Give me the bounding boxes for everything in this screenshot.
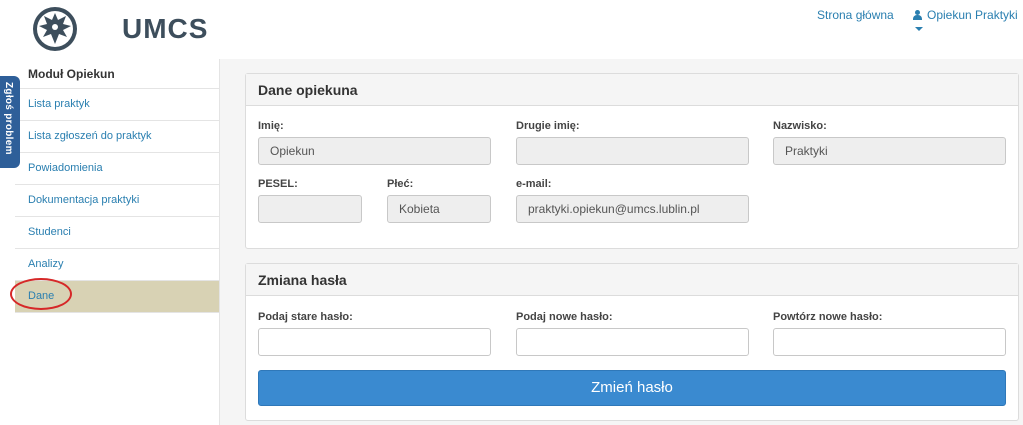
umcs-logo[interactable]: UMCS [30, 4, 207, 54]
gender-field[interactable]: Kobieta [387, 195, 491, 223]
last-name-label: Nazwisko: [773, 120, 827, 132]
caret-down-icon [915, 27, 923, 31]
eagle-emblem-icon [33, 7, 77, 51]
first-name-field[interactable]: Opiekun [258, 137, 491, 165]
gender-label: Płeć: [387, 178, 414, 190]
sidebar-item-studenci[interactable]: Studenci [15, 217, 219, 249]
new-password-input[interactable] [516, 328, 749, 356]
panel-title: Zmiana hasła [246, 264, 1018, 296]
old-password-label: Podaj stare hasło: [258, 311, 353, 323]
sidebar-item-analizy[interactable]: Analizy [15, 249, 219, 281]
new-password-label: Podaj nowe hasło: [516, 311, 613, 323]
report-problem-label: Zgłoś problem [3, 82, 14, 155]
old-password-input[interactable] [258, 328, 491, 356]
logo-text: UMCS [122, 13, 209, 44]
user-icon [913, 10, 922, 20]
panel-title: Dane opiekuna [246, 74, 1018, 106]
pesel-label: PESEL: [258, 178, 298, 190]
sidebar: Moduł Opiekun Lista praktyk Lista zgłosz… [10, 59, 220, 425]
report-problem-tab[interactable]: Zgłoś problem [0, 76, 20, 168]
email-label: e-mail: [516, 178, 552, 190]
middle-name-field[interactable] [516, 137, 749, 165]
sidebar-item-lista-praktyk[interactable]: Lista praktyk [15, 89, 219, 121]
password-change-panel: Zmiana hasła Podaj stare hasło: Podaj no… [245, 263, 1019, 421]
repeat-password-input[interactable] [773, 328, 1006, 356]
sidebar-item-dokumentacja[interactable]: Dokumentacja praktyki [15, 185, 219, 217]
first-name-label: Imię: [258, 120, 284, 132]
home-link[interactable]: Strona główna [817, 8, 894, 22]
user-menu[interactable]: Opiekun Praktyki [913, 8, 1023, 36]
sidebar-title: Moduł Opiekun [15, 59, 219, 89]
sidebar-item-dane[interactable]: Dane [10, 278, 219, 313]
change-password-button[interactable]: Zmień hasło [258, 370, 1006, 406]
last-name-field[interactable]: Praktyki [773, 137, 1006, 165]
header: UMCS Strona główna Opiekun Praktyki [0, 0, 1023, 59]
caregiver-data-panel: Dane opiekuna Imię: Opiekun Drugie imię:… [245, 73, 1019, 249]
sidebar-item-powiadomienia[interactable]: Powiadomienia [15, 153, 219, 185]
sidebar-item-lista-zgloszen[interactable]: Lista zgłoszeń do praktyk [15, 121, 219, 153]
email-field[interactable]: praktyki.opiekun@umcs.lublin.pl [516, 195, 749, 223]
repeat-password-label: Powtórz nowe hasło: [773, 311, 883, 323]
middle-name-label: Drugie imię: [516, 120, 580, 132]
main-content: Dane opiekuna Imię: Opiekun Drugie imię:… [220, 59, 1023, 425]
sidebar-item-label: Dane [28, 290, 55, 302]
pesel-field[interactable] [258, 195, 362, 223]
user-menu-label: Opiekun Praktyki [927, 8, 1018, 22]
